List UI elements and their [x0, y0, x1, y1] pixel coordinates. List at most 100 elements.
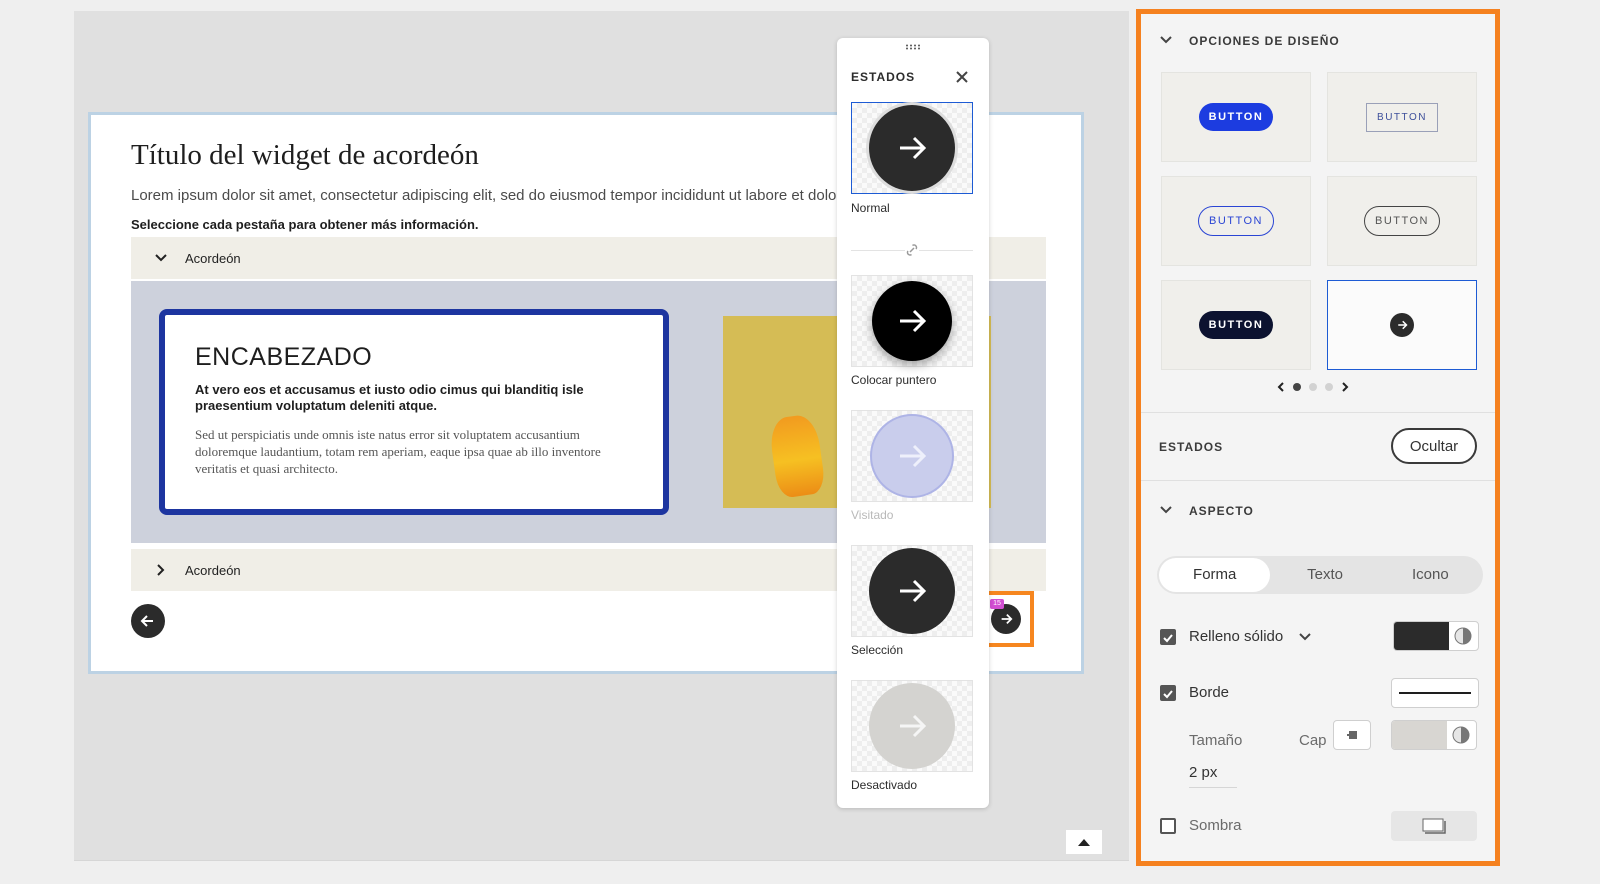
checkmark-icon [1163, 634, 1173, 643]
page-dot[interactable] [1309, 383, 1317, 391]
border-checkbox[interactable] [1160, 685, 1176, 701]
close-icon[interactable] [955, 70, 969, 84]
state-label-disabled: Desactivado [851, 778, 918, 792]
arrow-right-icon [900, 579, 927, 603]
tab-text[interactable]: Texto [1274, 558, 1375, 592]
aspect-tabs[interactable]: Forma Texto Icono [1157, 556, 1483, 594]
design-panel[interactable]: OPCIONES DE DISEÑO BUTTON BUTTON BUTTON … [1136, 9, 1500, 866]
pagination[interactable] [1277, 382, 1349, 392]
section-divider [1141, 412, 1495, 413]
arrow-left-icon [140, 615, 153, 627]
scroll-up-button[interactable] [1066, 830, 1102, 854]
opacity-pie [1447, 721, 1476, 749]
arrow-right-icon [1398, 320, 1408, 330]
opacity-icon [1454, 627, 1472, 645]
content-card[interactable]: ENCABEZADO At vero eos et accusamus et i… [159, 309, 669, 515]
state-circle [869, 105, 955, 191]
state-circle [870, 414, 954, 498]
style-option-6[interactable] [1327, 280, 1477, 370]
card-heading: ENCABEZADO [195, 343, 373, 371]
chevron-down-icon [155, 254, 167, 262]
shadow-label[interactable]: Sombra [1189, 817, 1242, 834]
state-label-hover: Colocar puntero [851, 373, 937, 387]
widget-instruction: Seleccione cada pestaña para obtener más… [131, 217, 479, 232]
prev-button[interactable] [131, 604, 165, 638]
solid-fill-checkbox[interactable] [1160, 629, 1176, 645]
arrow-right-icon [900, 309, 927, 333]
drag-handle-icon[interactable] [905, 44, 921, 50]
border-color [1392, 721, 1447, 749]
state-label-selected: Selección [851, 643, 904, 657]
chevron-left-icon[interactable] [1277, 382, 1285, 392]
states-panel-title: ESTADOS [851, 70, 916, 84]
arrow-right-icon [900, 444, 927, 468]
state-visited-thumb[interactable] [851, 410, 973, 502]
style-option-4[interactable]: BUTTON [1327, 176, 1477, 266]
solid-fill-label[interactable]: Relleno sólido [1189, 628, 1283, 645]
border-color-swatch[interactable] [1391, 720, 1477, 750]
state-selected-thumb[interactable] [851, 545, 973, 637]
style-preview: BUTTON [1363, 206, 1441, 236]
border-style-select[interactable] [1391, 678, 1479, 708]
chevron-right-icon[interactable] [1341, 382, 1349, 392]
style-preview: BUTTON [1197, 206, 1275, 236]
design-options-title: OPCIONES DE DISEÑO [1189, 34, 1340, 48]
state-circle [872, 281, 952, 361]
caret-up-icon [1078, 839, 1090, 846]
tab-icon[interactable]: Icono [1380, 558, 1481, 592]
style-option-1[interactable]: BUTTON [1161, 72, 1311, 162]
fill-color-swatch[interactable] [1393, 621, 1479, 651]
border-line-preview [1399, 692, 1471, 694]
arrow-right-icon [1001, 614, 1013, 624]
state-circle [869, 548, 955, 634]
state-label-normal: Normal [851, 201, 890, 215]
opacity-pie [1449, 622, 1478, 650]
cap-style-button[interactable] [1333, 720, 1371, 750]
states-section-title: ESTADOS [1159, 440, 1224, 454]
aspect-section-title: ASPECTO [1189, 504, 1254, 518]
chevron-down-icon[interactable] [1160, 34, 1172, 46]
card-body: Sed ut perspiciatis unde omnis iste natu… [195, 427, 601, 476]
checkmark-icon [1163, 690, 1173, 699]
cap-label: Cap [1299, 732, 1327, 749]
cap-icon [1347, 731, 1357, 739]
shadow-preset-button[interactable] [1391, 811, 1477, 841]
fill-color [1394, 622, 1449, 650]
style-option-3[interactable]: BUTTON [1161, 176, 1311, 266]
orange-slices [767, 413, 827, 499]
states-panel[interactable]: ESTADOS Normal Colocar puntero Visitado … [837, 38, 989, 808]
border-label[interactable]: Borde [1189, 684, 1229, 701]
size-input[interactable]: 2 px [1189, 764, 1237, 788]
opacity-icon [1452, 726, 1470, 744]
state-disabled-thumb[interactable] [851, 680, 973, 772]
page-dot[interactable] [1325, 383, 1333, 391]
chevron-down-icon[interactable] [1299, 631, 1311, 643]
arrow-right-icon [900, 714, 927, 738]
card-lead: At vero eos et accusamus et iusto odio c… [195, 382, 584, 413]
style-preview: BUTTON [1198, 103, 1274, 131]
style-preview: BUTTON [1198, 311, 1274, 339]
shadow-checkbox[interactable] [1160, 818, 1176, 834]
page-dot[interactable] [1293, 383, 1301, 391]
accordion-label: Acordeón [185, 250, 241, 266]
size-label: Tamaño [1189, 732, 1243, 749]
arrow-right-icon [900, 136, 927, 160]
style-option-2[interactable]: BUTTON [1327, 72, 1477, 162]
accordion-label: Acordeón [185, 562, 241, 578]
selection-badge: 15 [990, 599, 1004, 609]
chevron-right-icon [157, 564, 165, 576]
state-normal-thumb[interactable] [851, 102, 973, 194]
style-option-5[interactable]: BUTTON [1161, 280, 1311, 370]
style-preview: BUTTON [1366, 102, 1438, 132]
widget-title: Título del widget de acordeón [131, 139, 479, 171]
section-divider [1141, 480, 1495, 481]
link-icon[interactable] [905, 243, 919, 257]
state-hover-thumb[interactable] [851, 275, 973, 367]
chevron-down-icon[interactable] [1160, 504, 1172, 516]
tab-shape[interactable]: Forma [1159, 558, 1271, 592]
state-label-visited: Visitado [851, 508, 894, 522]
shadow-icon [1422, 818, 1446, 834]
style-preview-circle [1390, 313, 1414, 337]
state-circle [869, 683, 955, 769]
hide-button[interactable]: Ocultar [1391, 428, 1477, 464]
